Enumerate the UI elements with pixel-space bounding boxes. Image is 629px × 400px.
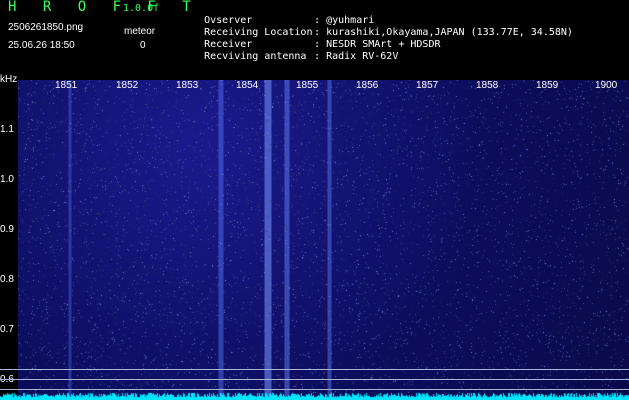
time-tick: 1859 xyxy=(536,80,559,91)
time-tick: 1900 xyxy=(595,80,618,91)
hroft-viewer: H R O F F T 1.0.0f 2506261850.png 25.06.… xyxy=(0,0,629,400)
time-tick: 1858 xyxy=(476,80,499,91)
spectrogram-noise xyxy=(18,80,629,400)
file-name: 2506261850.png xyxy=(8,22,84,33)
spectrogram-display[interactable] xyxy=(18,80,629,400)
meteor-label: meteor xyxy=(124,26,156,37)
meteor-count: 0 xyxy=(140,40,146,51)
marker-line-middle xyxy=(0,379,629,380)
freq-tick: 0.7 xyxy=(0,324,14,335)
time-tick: 1852 xyxy=(116,80,139,91)
info-value: Radix RV-62V xyxy=(326,51,399,62)
freq-tick: 1.0 xyxy=(0,174,14,185)
info-sep: : xyxy=(314,51,321,62)
time-tick: 1857 xyxy=(416,80,439,91)
timestamp: 25.06.26 18:50 xyxy=(8,40,75,51)
marker-line-upper xyxy=(0,369,629,370)
freq-tick: 0.9 xyxy=(0,224,14,235)
freq-tick: 0.6 xyxy=(0,374,14,386)
app-version: 1.0.0f xyxy=(123,3,160,14)
info-row-receiver: Receiver: NESDR SMArt + HDSDR xyxy=(180,27,440,50)
time-tick: 1856 xyxy=(356,80,379,91)
info-row-antenna: Recviving antenna: Radix RV-62V xyxy=(180,39,398,62)
freq-tick: 1.1 xyxy=(0,124,14,135)
freq-tick: 0.8 xyxy=(0,274,14,285)
time-tick: 1851 xyxy=(55,80,78,91)
info-row-observer: Ovserver: @yuhmari xyxy=(180,3,374,26)
app-title: H R O F F T xyxy=(8,0,200,15)
time-tick: 1853 xyxy=(176,80,199,91)
time-tick: 1855 xyxy=(296,80,319,91)
info-row-location: Receiving Location: kurashiki,Okayama,JAP… xyxy=(180,15,573,38)
signal-level-trace xyxy=(0,386,629,400)
time-tick: 1854 xyxy=(236,80,259,91)
freq-unit-label: kHz xyxy=(0,74,18,85)
info-key: Recviving antenna xyxy=(204,51,307,62)
